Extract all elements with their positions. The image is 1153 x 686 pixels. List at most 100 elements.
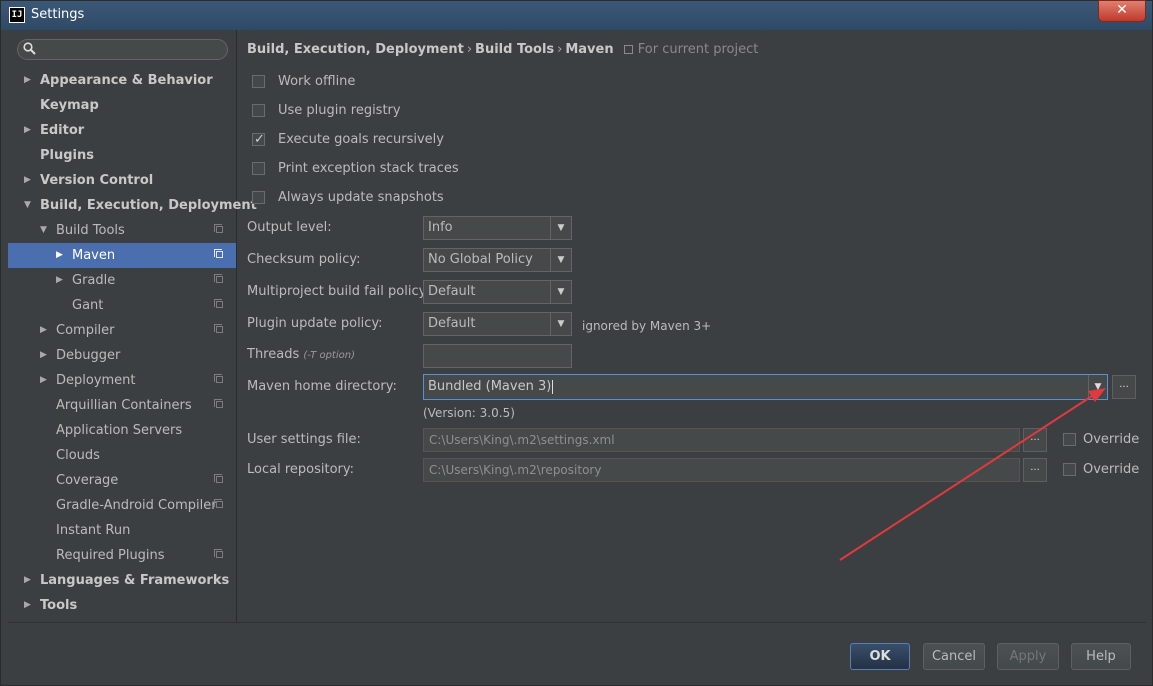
- chevron-down-icon[interactable]: ▼: [550, 249, 571, 271]
- apply-button[interactable]: Apply: [997, 643, 1059, 670]
- sidebar-item-compiler[interactable]: ▶ Compiler: [8, 318, 236, 343]
- intellij-app-icon: IJ: [9, 7, 25, 23]
- sidebar-item-label: Arquillian Containers: [56, 398, 192, 413]
- sidebar-item-version-control[interactable]: ▶ Version Control: [8, 168, 236, 193]
- maven-home-label: Maven home directory:: [247, 379, 397, 394]
- sidebar-item-plugins[interactable]: Plugins: [8, 143, 236, 168]
- sidebar-item-instant-run[interactable]: Instant Run: [8, 518, 236, 543]
- collapsed-arrow-icon[interactable]: ▶: [40, 343, 47, 368]
- sidebar-item-coverage[interactable]: Coverage: [8, 468, 236, 493]
- plugin-update-policy-dropdown[interactable]: Default ▼: [423, 312, 572, 336]
- settings-search[interactable]: [17, 39, 228, 60]
- plugin-update-policy-label: Plugin update policy:: [247, 316, 383, 331]
- user-settings-field[interactable]: C:\Users\King\.m2\settings.xml: [423, 428, 1020, 452]
- checkbox-box[interactable]: [252, 75, 265, 88]
- chevron-down-icon[interactable]: ▼: [1088, 375, 1107, 399]
- maven-home-browse-button[interactable]: ...: [1112, 375, 1136, 399]
- sidebar-item-arquillian-containers[interactable]: Arquillian Containers: [8, 393, 236, 418]
- sidebar-item-label: Maven: [72, 248, 116, 263]
- sidebar-item-label: Keymap: [40, 98, 99, 113]
- collapsed-arrow-icon[interactable]: ▶: [24, 118, 31, 143]
- breadcrumb: Build, Execution, Deployment › Build Tools…: [247, 42, 758, 57]
- sidebar-item-debugger[interactable]: ▶ Debugger: [8, 343, 236, 368]
- sidebar-item-keymap[interactable]: Keymap: [8, 93, 236, 118]
- maven-home-value: Bundled (Maven 3): [428, 379, 552, 394]
- collapsed-arrow-icon[interactable]: ▶: [24, 168, 31, 193]
- sidebar-item-label: Required Plugins: [56, 548, 165, 563]
- sidebar-item-application-servers[interactable]: Application Servers: [8, 418, 236, 443]
- sidebar-item-label: Appearance & Behavior: [40, 73, 213, 88]
- sidebar-item-editor[interactable]: ▶ Editor: [8, 118, 236, 143]
- output-level-label: Output level:: [247, 220, 332, 235]
- sidebar-item-clouds[interactable]: Clouds: [8, 443, 236, 468]
- maven-settings-panel: Build, Execution, Deployment › Build Tools…: [237, 30, 1146, 622]
- sidebar-item-deployment[interactable]: ▶ Deployment: [8, 368, 236, 393]
- settings-sidebar: ▶ Appearance & Behavior Keymap ▶ Editor Plugi…: [8, 30, 257, 622]
- sidebar-item-label: Gradle: [72, 273, 116, 288]
- project-scope-icon: [214, 399, 223, 408]
- sidebar-item-gant[interactable]: Gant: [8, 293, 236, 318]
- local-repository-field[interactable]: C:\Users\King\.m2\repository: [423, 458, 1020, 482]
- sidebar-item-label: Deployment: [56, 373, 136, 388]
- scope-label: For current project: [623, 42, 758, 57]
- checkbox-box[interactable]: [1063, 463, 1076, 476]
- multiproject-fail-policy-dropdown[interactable]: Default ▼: [423, 280, 572, 304]
- project-scope-icon: [214, 249, 223, 258]
- sidebar-item-label: Compiler: [56, 323, 115, 338]
- breadcrumb-build-execution: Build, Execution, Deployment: [247, 42, 464, 57]
- checkbox-box[interactable]: ✓: [252, 132, 265, 147]
- collapsed-arrow-icon[interactable]: ▶: [24, 568, 31, 593]
- sidebar-item-tools[interactable]: ▶ Tools: [8, 593, 236, 618]
- chevron-down-icon[interactable]: ▼: [550, 217, 571, 239]
- sidebar-item-gradle[interactable]: ▶ Gradle: [8, 268, 236, 293]
- cancel-button[interactable]: Cancel: [923, 643, 985, 670]
- user-settings-label: User settings file:: [247, 432, 361, 447]
- collapsed-arrow-icon[interactable]: ▶: [56, 268, 63, 293]
- project-scope-icon: [214, 299, 223, 308]
- local-repository-browse-button[interactable]: ...: [1023, 458, 1047, 482]
- breadcrumb-separator: ›: [466, 42, 473, 57]
- checksum-policy-label: Checksum policy:: [247, 252, 361, 267]
- window-title: Settings: [31, 7, 85, 22]
- chevron-down-icon[interactable]: ▼: [550, 281, 571, 303]
- sidebar-item-build-tools[interactable]: ▼ Build Tools: [8, 218, 236, 243]
- sidebar-item-languages-frameworks[interactable]: ▶ Languages & Frameworks: [8, 568, 236, 593]
- collapsed-arrow-icon[interactable]: ▶: [56, 243, 63, 268]
- sidebar-item-label: Application Servers: [56, 423, 183, 438]
- maven-version-label: (Version: 3.0.5): [423, 406, 515, 420]
- sidebar-item-label: Version Control: [40, 173, 154, 188]
- project-scope-icon: [214, 499, 223, 508]
- collapsed-arrow-icon[interactable]: ▶: [24, 593, 31, 618]
- threads-input[interactable]: [423, 344, 572, 368]
- sidebar-item-label: Instant Run: [56, 523, 131, 538]
- project-scope-icon: [214, 474, 223, 483]
- breadcrumb-build-tools: Build Tools: [475, 42, 555, 57]
- collapsed-arrow-icon[interactable]: ▶: [24, 68, 31, 93]
- checkbox-box[interactable]: [252, 191, 265, 204]
- sidebar-item-gradle-android-compiler[interactable]: Gradle-Android Compiler: [8, 493, 236, 518]
- ok-button[interactable]: OK: [850, 643, 910, 670]
- close-window-button[interactable]: ✕: [1098, 0, 1146, 22]
- maven-home-dropdown[interactable]: Bundled (Maven 3) ▼: [423, 374, 1108, 400]
- search-input[interactable]: [40, 41, 224, 59]
- expanded-arrow-icon[interactable]: ▼: [24, 193, 31, 218]
- expanded-arrow-icon[interactable]: ▼: [40, 218, 47, 243]
- project-scope-icon: [214, 224, 223, 233]
- sidebar-item-build-execution-deployment[interactable]: ▼ Build, Execution, Deployment: [8, 193, 257, 218]
- collapsed-arrow-icon[interactable]: ▶: [40, 368, 47, 393]
- sidebar-item-label: Gant: [72, 298, 104, 313]
- user-settings-browse-button[interactable]: ...: [1023, 428, 1047, 452]
- sidebar-item-maven[interactable]: ▶ Maven: [8, 243, 236, 268]
- sidebar-item-label: Debugger: [56, 348, 121, 363]
- help-button[interactable]: Help: [1071, 643, 1131, 670]
- checkbox-box[interactable]: [252, 104, 265, 117]
- sidebar-item-required-plugins[interactable]: Required Plugins: [8, 543, 236, 568]
- sidebar-item-appearance-behavior[interactable]: ▶ Appearance & Behavior: [8, 68, 236, 93]
- collapsed-arrow-icon[interactable]: ▶: [40, 318, 47, 343]
- checkbox-box[interactable]: [252, 162, 265, 175]
- output-level-dropdown[interactable]: Info ▼: [423, 216, 572, 240]
- project-scope-icon: [623, 45, 633, 54]
- chevron-down-icon[interactable]: ▼: [550, 313, 571, 335]
- checkbox-box[interactable]: [1063, 433, 1076, 446]
- checksum-policy-dropdown[interactable]: No Global Policy ▼: [423, 248, 572, 272]
